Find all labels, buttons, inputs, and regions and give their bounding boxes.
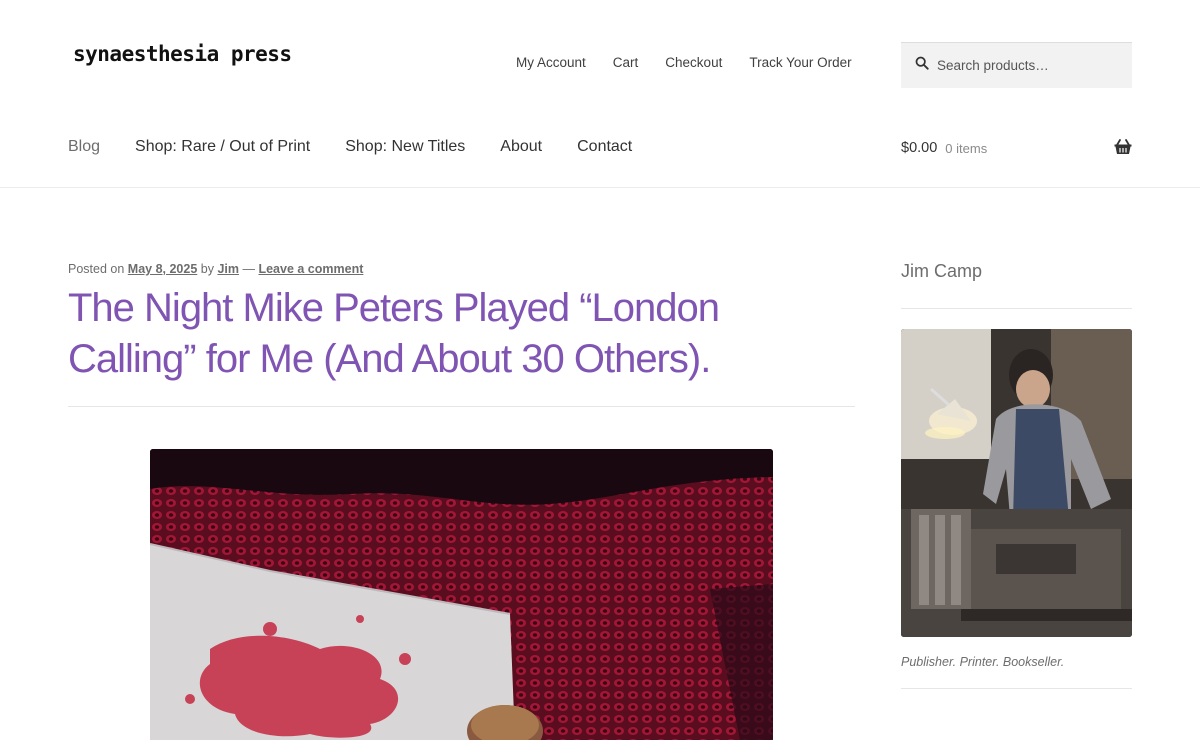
search-input[interactable] [937,58,1117,73]
nav-my-account[interactable]: My Account [516,55,586,70]
widget-caption: Publisher. Printer. Bookseller. [901,655,1065,669]
nav-shop-new[interactable]: Shop: New Titles [345,138,465,156]
meta-separator: — [242,262,255,276]
widget-divider [901,308,1132,309]
title-divider [68,406,855,407]
nav-shop-rare[interactable]: Shop: Rare / Out of Print [135,138,310,156]
nav-checkout[interactable]: Checkout [665,55,722,70]
post-featured-image[interactable] [150,449,773,740]
by-label: by [200,262,214,276]
widget-divider-bottom [901,688,1132,689]
leave-comment-link[interactable]: Leave a comment [258,262,363,276]
nav-cart[interactable]: Cart [613,55,639,70]
widget-title: Jim Camp [901,261,983,281]
site-logo[interactable]: synaesthesia press [73,42,292,66]
post-meta: Posted on May 8, 2025 by Jim — Leave a c… [68,262,363,276]
post-date-link[interactable]: May 8, 2025 [128,262,198,276]
search-icon[interactable] [915,56,929,75]
author-link[interactable]: Jim [217,262,239,276]
author-photo [901,329,1132,637]
secondary-navigation: My Account Cart Checkout Track Your Orde… [516,55,852,70]
printer-at-press-graphic [901,329,1132,637]
primary-navigation: Blog Shop: Rare / Out of Print Shop: New… [68,138,667,156]
header-cart[interactable]: $0.00 0 items [901,139,1132,156]
concert-photo-graphic [150,449,773,740]
product-search [901,42,1132,88]
basket-icon[interactable] [1114,139,1132,155]
nav-blog[interactable]: Blog [68,138,100,156]
site-header: synaesthesia press My Account Cart Check… [0,0,1200,188]
cart-count[interactable]: 0 items [945,141,987,156]
nav-contact[interactable]: Contact [577,138,632,156]
nav-track-order[interactable]: Track Your Order [749,55,851,70]
nav-about[interactable]: About [500,138,542,156]
post-title[interactable]: The Night Mike Peters Played “London Cal… [68,283,848,385]
posted-on-label: Posted on [68,262,125,276]
cart-amount[interactable]: $0.00 [901,140,937,156]
